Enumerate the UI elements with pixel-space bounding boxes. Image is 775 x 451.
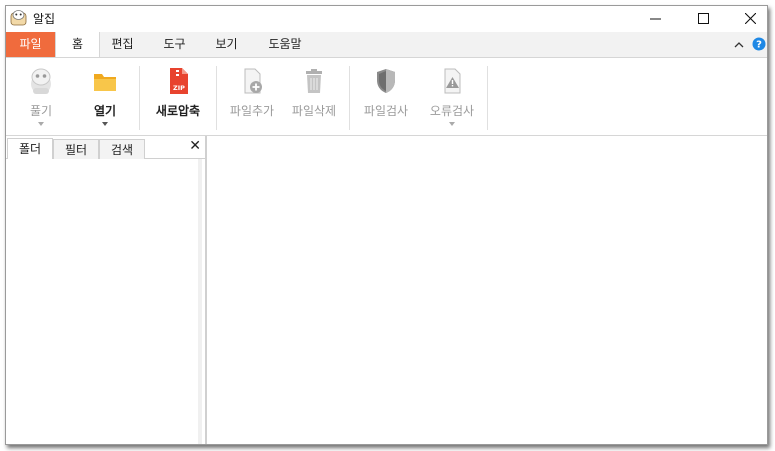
maximize-icon (698, 13, 709, 24)
tab-view[interactable]: 보기 (204, 32, 249, 57)
warning-file-icon (444, 68, 461, 94)
folder-icon (94, 74, 116, 91)
left-pane: 폴더 필터 검색 ✕ (6, 136, 206, 444)
collapse-ribbon-icon[interactable] (733, 38, 745, 52)
help-icon[interactable]: ? (752, 37, 766, 51)
tab-home[interactable]: 홈 (55, 32, 100, 58)
tab-help[interactable]: 도움말 (260, 32, 310, 57)
delete-file-button[interactable]: 파일삭제 (286, 62, 342, 132)
tab-edit[interactable]: 편집 (100, 32, 145, 57)
add-file-button[interactable]: 파일추가 (224, 62, 280, 132)
tab-file[interactable]: 파일 (6, 32, 55, 57)
title-bar: 알집 (6, 6, 767, 31)
unzip-mascot-icon (31, 68, 51, 94)
chevron-down-icon (449, 122, 455, 126)
svg-text:?: ? (756, 40, 762, 51)
close-icon (745, 13, 756, 24)
svg-text:ZIP: ZIP (173, 84, 185, 92)
delete-file-label: 파일삭제 (291, 104, 337, 118)
new-zip-button[interactable]: ZIP 새로압축 (148, 62, 208, 132)
ribbon-separator (139, 66, 140, 130)
tab-filter[interactable]: 필터 (53, 139, 99, 159)
window-title: 알집 (33, 12, 56, 26)
chevron-down-icon (102, 122, 108, 126)
scan-file-button[interactable]: 파일검사 (358, 62, 414, 132)
close-pane-icon[interactable]: ✕ (189, 138, 201, 154)
scan-file-label: 파일검사 (363, 104, 409, 118)
error-check-label: 오류검사 (429, 104, 475, 118)
new-zip-label: 새로압축 (155, 104, 201, 118)
chevron-down-icon (38, 122, 44, 126)
ribbon-separator (349, 66, 350, 130)
alzip-app-icon (10, 10, 27, 26)
open-label: 열기 (93, 104, 117, 118)
ribbon-tab-bar: 파일 홈 편집 도구 보기 도움말 ? (6, 32, 767, 58)
shield-icon (377, 69, 395, 93)
folder-tree[interactable] (6, 159, 202, 444)
zip-file-icon: ZIP (170, 68, 188, 94)
add-file-label: 파일추가 (229, 104, 275, 118)
file-add-icon (244, 68, 262, 94)
unzip-button[interactable]: 풀기 (16, 62, 66, 132)
file-list-pane[interactable] (206, 136, 767, 444)
tab-folder[interactable]: 폴더 (7, 138, 53, 159)
tab-search[interactable]: 검색 (99, 139, 145, 159)
maximize-button[interactable] (681, 6, 726, 31)
left-pane-tabs: 폴더 필터 검색 ✕ (6, 136, 205, 159)
error-check-button[interactable]: 오류검사 (424, 62, 480, 132)
ribbon-separator (216, 66, 217, 130)
ribbon-separator (487, 66, 488, 130)
minimize-icon (650, 18, 661, 20)
unzip-label: 풀기 (29, 104, 53, 118)
minimize-button[interactable] (633, 6, 678, 31)
ribbon-home: 풀기 열기 ZIP 새로압축 파일추가 파일삭제 파일검사 오류검사 (6, 57, 767, 136)
tab-tools[interactable]: 도구 (152, 32, 197, 57)
open-button[interactable]: 열기 (80, 62, 130, 132)
trash-icon (306, 69, 322, 93)
app-window: 알집 파일 홈 편집 도구 보기 도움말 ? 풀기 열기 ZIP 새로압축 파일… (5, 5, 768, 445)
close-button[interactable] (728, 6, 767, 31)
